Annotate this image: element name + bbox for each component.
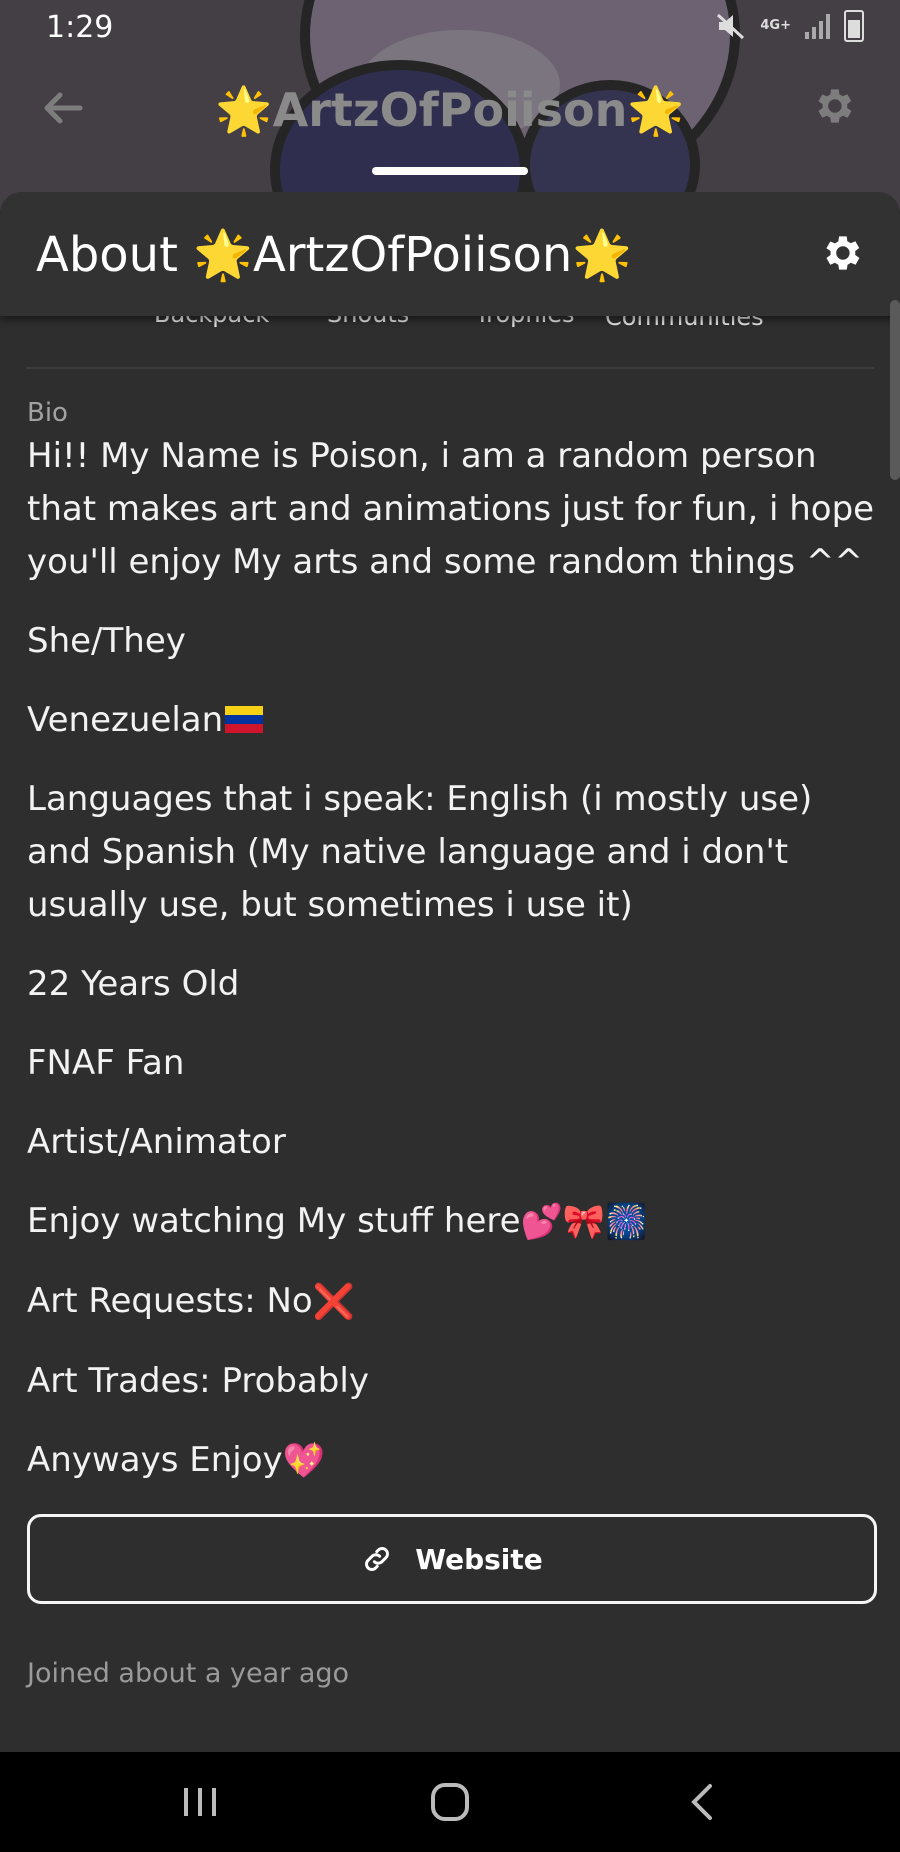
bio-line: She/They xyxy=(27,621,186,661)
battery-icon xyxy=(844,10,864,42)
sparkling-heart-emoji: 💖 xyxy=(282,1441,325,1481)
top-app-bar: 🌟ArtzOfPoiison🌟 xyxy=(0,75,900,155)
hearts-ribbon-fireworks-emoji: 💕🎀🎆 xyxy=(520,1202,648,1242)
home-button[interactable] xyxy=(420,1780,480,1824)
network-label: 4G+ xyxy=(760,18,791,33)
bio-line: 22 Years Old xyxy=(27,964,240,1004)
recent-apps-icon xyxy=(184,1788,216,1816)
bio-line: Artist/Animator xyxy=(27,1122,286,1162)
bio-line: Hi!! My Name is Poison, i am a random pe… xyxy=(27,436,875,582)
home-icon xyxy=(431,1783,469,1821)
signal-icon xyxy=(805,13,830,39)
bio-line: Enjoy watching My stuff here💕🎀🎆 xyxy=(27,1195,877,1249)
divider xyxy=(26,367,874,369)
scrollbar[interactable] xyxy=(890,300,900,480)
bio-label: Bio xyxy=(27,398,68,428)
profile-name: 🌟ArtzOfPoiison🌟 xyxy=(215,83,685,137)
website-button[interactable]: Website xyxy=(27,1514,877,1604)
status-time: 1:29 xyxy=(46,10,114,45)
sheet-title: About 🌟ArtzOfPoiison🌟 xyxy=(36,227,633,283)
bio-line: Art Requests: No❌ xyxy=(27,1275,877,1329)
settings-button[interactable] xyxy=(810,83,860,133)
sheet-header: About 🌟ArtzOfPoiison🌟 xyxy=(0,192,900,316)
website-label: Website xyxy=(415,1542,543,1576)
sheet-drag-handle[interactable] xyxy=(372,167,528,175)
joined-date: Joined about a year ago xyxy=(27,1658,350,1689)
system-back-button[interactable] xyxy=(672,1780,732,1824)
status-bar: 1:29 4G+ xyxy=(0,0,900,56)
gear-icon xyxy=(826,236,860,270)
bio-line: Art Trades: Probably xyxy=(27,1361,369,1401)
chevron-left-icon xyxy=(691,1784,712,1820)
system-nav-bar xyxy=(0,1752,900,1852)
bio-line: Anyways Enjoy💖 xyxy=(27,1434,877,1488)
about-sheet: About 🌟ArtzOfPoiison🌟 Backpack Shouts Tr… xyxy=(0,192,900,1752)
venezuela-flag-icon xyxy=(225,706,264,733)
recent-apps-button[interactable] xyxy=(170,1780,230,1824)
gear-icon xyxy=(818,89,852,123)
bio-line: Languages that i speak: English (i mostl… xyxy=(27,779,813,925)
link-icon xyxy=(365,1547,390,1571)
cross-mark-emoji: ❌ xyxy=(312,1282,356,1322)
bio-text: Hi!! My Name is Poison, i am a random pe… xyxy=(27,430,877,1514)
bio-line: Venezuelan xyxy=(27,694,877,747)
bio-line: FNAF Fan xyxy=(27,1043,185,1083)
mute-icon xyxy=(717,13,745,40)
sheet-settings-button[interactable] xyxy=(818,230,864,276)
